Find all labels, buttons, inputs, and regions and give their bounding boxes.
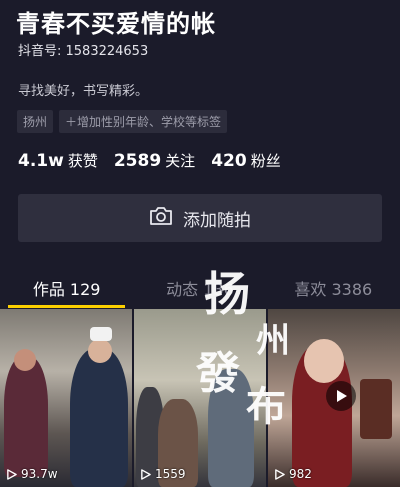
play-count-value: 93.7w xyxy=(21,467,58,481)
stat-following-label: 关注 xyxy=(165,152,196,170)
profile-tags: 扬州 ＋增加性别年龄、学校等标签 xyxy=(17,110,228,133)
profile-stats: 4.1w 获赞 2589 关注 420 粉丝 xyxy=(18,150,281,171)
stat-likes-label: 获赞 xyxy=(67,152,98,170)
play-count-value: 1559 xyxy=(155,467,186,481)
add-casual-shot-button[interactable]: 添加随拍 xyxy=(18,194,382,242)
play-count-value: 982 xyxy=(289,467,312,481)
stat-following[interactable]: 2589 关注 xyxy=(114,150,195,171)
profile-tabs: 作品 129 动态 136 喜欢 3386 xyxy=(0,276,400,308)
stat-followers[interactable]: 420 粉丝 xyxy=(211,150,281,171)
tab-moments[interactable]: 动态 136 xyxy=(133,276,266,308)
play-count: 93.7w xyxy=(6,467,58,481)
play-outline-icon xyxy=(7,468,17,480)
douyin-id: 抖音号: 1583224653 xyxy=(18,44,149,59)
stat-followers-label: 粉丝 xyxy=(250,152,281,170)
video-thumbnail[interactable]: 982 xyxy=(268,309,400,487)
location-tag: 扬州 xyxy=(17,110,54,133)
stat-likes[interactable]: 4.1w 获赞 xyxy=(18,150,98,171)
play-outline-icon xyxy=(141,468,151,480)
camera-icon xyxy=(149,206,173,231)
video-thumbnail[interactable]: 1559 xyxy=(134,309,266,487)
play-outline-icon xyxy=(275,468,285,480)
video-grid: 93.7w 1559 982 xyxy=(0,309,400,487)
profile-nickname: 青春不买爱情的帐 xyxy=(16,10,216,38)
video-thumbnail[interactable]: 93.7w xyxy=(0,309,132,487)
stat-followers-count: 420 xyxy=(211,151,247,171)
add-tags-button[interactable]: ＋增加性别年龄、学校等标签 xyxy=(59,110,228,133)
tab-works[interactable]: 作品 129 xyxy=(0,276,133,308)
stat-following-count: 2589 xyxy=(113,151,162,171)
tab-likes[interactable]: 喜欢 3386 xyxy=(267,276,400,308)
play-icon xyxy=(337,390,347,402)
play-count: 1559 xyxy=(140,467,186,481)
play-count: 982 xyxy=(274,467,312,481)
play-button[interactable] xyxy=(326,381,356,411)
add-casual-shot-label: 添加随拍 xyxy=(183,210,251,231)
stat-likes-count: 4.1w xyxy=(18,151,64,171)
profile-bio: 寻找美好，书写精彩。 xyxy=(18,84,149,99)
